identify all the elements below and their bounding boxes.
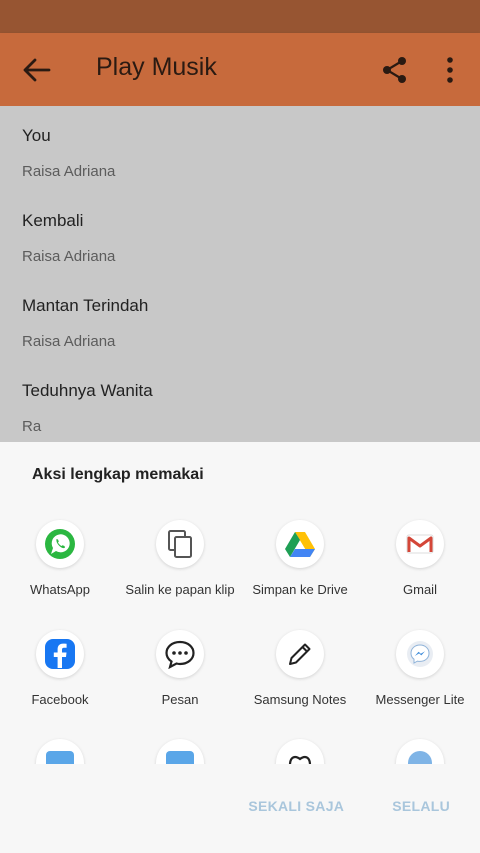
pen-icon <box>276 630 324 678</box>
share-target-copy[interactable]: Salin ke papan klip <box>120 520 240 620</box>
list-item[interactable]: You Raisa Adriana <box>22 126 462 180</box>
share-target-label: Salin ke papan klip <box>125 582 235 597</box>
share-target-label: Messenger Lite <box>375 692 465 707</box>
share-target-facebook[interactable]: Facebook <box>0 630 120 730</box>
share-target-gmail[interactable]: Gmail <box>360 520 480 620</box>
app-icon[interactable] <box>396 739 444 764</box>
share-target-messenger-lite[interactable]: Messenger Lite <box>360 630 480 730</box>
list-item[interactable]: Teduhnya Wanita Ra <box>22 381 462 435</box>
share-sheet: Aksi lengkap memakai WhatsApp Salin ke p… <box>0 442 480 853</box>
share-target-label: Facebook <box>31 692 89 707</box>
copy-icon <box>156 520 204 568</box>
song-artist: Raisa Adriana <box>22 248 116 265</box>
song-artist: Raisa Adriana <box>22 333 116 350</box>
app-icon[interactable] <box>36 739 84 764</box>
message-icon <box>156 630 204 678</box>
share-target-drive[interactable]: Simpan ke Drive <box>240 520 360 620</box>
song-title: You <box>22 126 51 145</box>
always-button[interactable]: SELALU <box>392 798 450 814</box>
more-vert-icon[interactable] <box>440 55 460 85</box>
share-target-label: Gmail <box>403 582 437 597</box>
share-target-label: Pesan <box>161 692 199 707</box>
app-icon[interactable] <box>156 739 204 764</box>
arrow-left-icon[interactable] <box>22 57 52 83</box>
page-title: Play Musik <box>96 53 217 81</box>
messenger-lite-icon <box>396 630 444 678</box>
song-list: You Raisa Adriana Kembali Raisa Adriana … <box>0 106 480 442</box>
song-title: Kembali <box>22 211 84 230</box>
song-title: Mantan Terindah <box>22 296 149 315</box>
share-target-whatsapp[interactable]: WhatsApp <box>0 520 120 620</box>
share-target-messages[interactable]: Pesan <box>120 630 240 730</box>
share-target-label: Simpan ke Drive <box>252 582 348 597</box>
song-artist: Raisa Adriana <box>22 163 116 180</box>
share-target-samsung-notes[interactable]: Samsung Notes <box>240 630 360 730</box>
share-target-label: Samsung Notes <box>253 692 347 707</box>
song-artist: Ra <box>22 418 42 435</box>
whatsapp-icon <box>36 520 84 568</box>
share-targets-more-row <box>0 734 480 764</box>
share-target-label: WhatsApp <box>30 582 90 597</box>
list-item[interactable]: Mantan Terindah Raisa Adriana <box>22 296 462 350</box>
gmail-icon <box>396 520 444 568</box>
share-actions: SEKALI SAJA SELALU <box>248 798 450 814</box>
song-title: Teduhnya Wanita <box>22 381 153 400</box>
google-drive-icon <box>276 520 324 568</box>
app-icon[interactable] <box>276 739 324 764</box>
just-once-button[interactable]: SEKALI SAJA <box>248 798 344 814</box>
facebook-icon <box>36 630 84 678</box>
list-item[interactable]: Kembali Raisa Adriana <box>22 211 462 265</box>
share-icon[interactable] <box>380 55 410 85</box>
status-bar <box>0 0 480 33</box>
share-sheet-heading: Aksi lengkap memakai <box>32 466 204 483</box>
app-bar: Play Musik <box>0 33 480 106</box>
